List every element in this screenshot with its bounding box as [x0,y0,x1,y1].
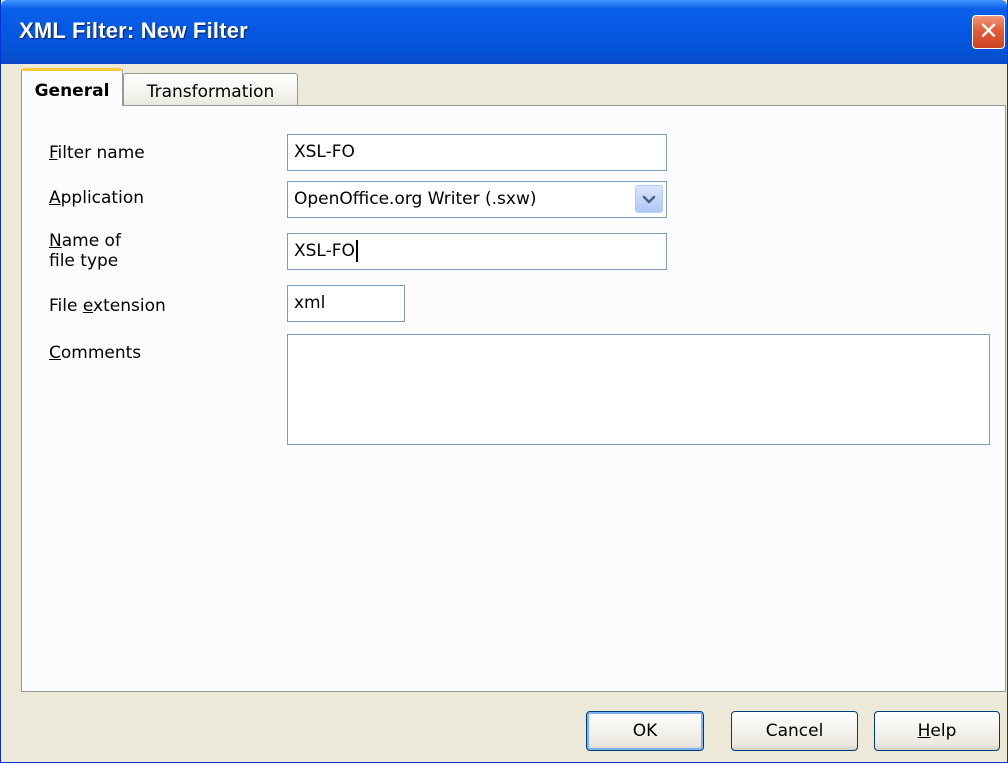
ok-button[interactable]: OK [586,711,704,751]
general-tab-panel: Filter name XSL-FO Application OpenOffic… [21,105,1006,692]
file-extension-input[interactable]: xml [287,285,405,322]
tab-general[interactable]: General [21,68,123,106]
help-button-label: Help [917,721,957,741]
cancel-button-label: Cancel [765,721,824,741]
window-title: XML Filter: New Filter [19,18,248,43]
application-dropdown-button[interactable] [635,185,663,213]
filter-name-value: XSL-FO [294,142,355,162]
tab-general-label: General [34,81,110,101]
application-selected-value: OpenOffice.org Writer (.sxw) [294,189,537,209]
comments-label: Comments [49,343,142,363]
application-label: Application [49,188,144,208]
title-bar[interactable]: XML Filter: New Filter ✕ [1,0,1007,64]
dialog-window: XML Filter: New Filter ✕ General Transfo… [0,0,1008,763]
chevron-down-icon [642,195,656,203]
close-button[interactable]: ✕ [972,15,1005,49]
application-select[interactable]: OpenOffice.org Writer (.sxw) [287,181,667,218]
tab-transformation-label: Transformation [146,82,275,102]
filter-name-input[interactable]: XSL-FO [287,134,667,171]
tab-transformation[interactable]: Transformation [123,73,298,106]
file-type-name-label: Name of file type [49,231,121,271]
filter-name-label: Filter name [49,143,145,163]
help-button[interactable]: Help [874,711,1000,751]
file-extension-value: xml [294,293,326,313]
text-caret [355,240,358,262]
file-extension-label: File extension [49,296,166,316]
cancel-button[interactable]: Cancel [731,711,858,751]
comments-textarea[interactable] [287,334,990,445]
close-icon: ✕ [978,17,999,45]
file-type-name-input[interactable]: XSL-FO [287,233,667,270]
ok-button-label: OK [632,721,658,741]
file-type-name-value: XSL-FO [294,241,355,261]
